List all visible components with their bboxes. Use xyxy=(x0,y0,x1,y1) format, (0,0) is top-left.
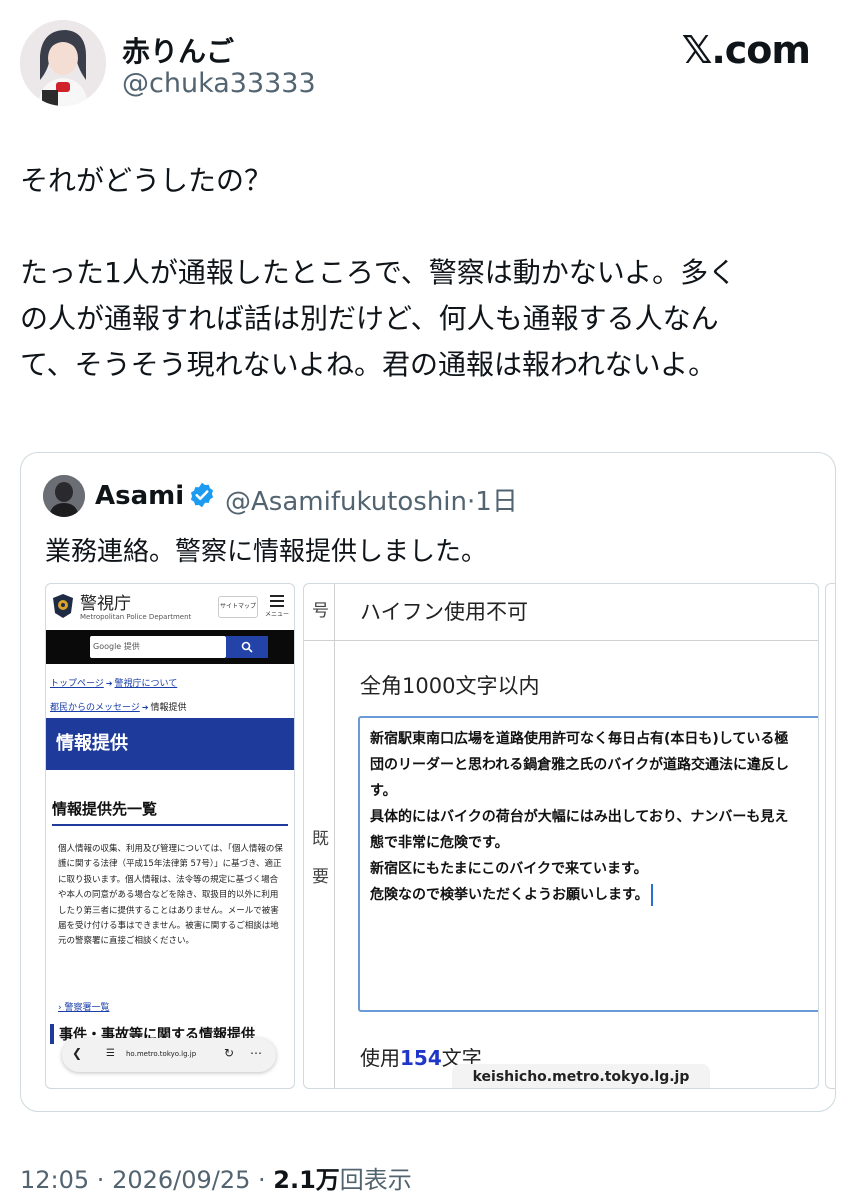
quoted-text: 業務連絡。警察に情報提供しました。 xyxy=(45,537,488,567)
hamburger-icon xyxy=(270,595,284,597)
post-time[interactable]: 12:05 xyxy=(20,1166,89,1194)
tweet-header: 赤りんご @chuka33333 𝕏.com xyxy=(20,16,836,116)
author-display-name[interactable]: 赤りんご xyxy=(122,30,234,70)
page-banner: 情報提供 xyxy=(46,718,294,770)
section-title: 情報提供先一覧 xyxy=(52,800,158,818)
police-emblem-icon xyxy=(51,593,75,619)
post-date[interactable]: 2026/09/25 xyxy=(112,1166,250,1194)
site-title: 警視庁 xyxy=(80,594,131,614)
url-text[interactable]: ho.metro.tokyo.lg.jp xyxy=(126,1050,196,1058)
crumb-messages[interactable]: 都民からのメッセージ xyxy=(50,703,140,713)
left-column-char: 要 xyxy=(312,867,329,887)
tweet-meta: 12:05 · 2026/09/25 · 2.1万回表示 xyxy=(20,1166,412,1194)
search-icon[interactable] xyxy=(226,636,268,658)
crumb-home[interactable]: トップページ xyxy=(50,679,104,689)
field-hint-hyphen: ハイフン使用不可 xyxy=(360,600,528,624)
search-bar: Google 提供 xyxy=(46,630,294,664)
left-column-char: 号 xyxy=(312,601,329,621)
crumb-about[interactable]: 警視庁について xyxy=(115,679,178,689)
browser-domain-label[interactable]: keishicho.metro.tokyo.lg.jp xyxy=(452,1064,710,1088)
quoted-tweet[interactable]: Asami @Asamifukutoshin·1日 業務連絡。警察に情報提供しま… xyxy=(20,452,836,1112)
more-icon[interactable]: ⋯ xyxy=(250,1046,262,1060)
site-subtitle: Metropolitan Police Department xyxy=(80,613,192,621)
quoted-handle[interactable]: @Asamifukutoshin xyxy=(225,487,467,517)
tweet-line-blank xyxy=(20,204,830,250)
quoted-time[interactable]: 1日 xyxy=(475,487,518,517)
attached-image-partial[interactable]: ◖ xyxy=(825,583,835,1089)
browser-url-bar[interactable]: ❮ ☰ ho.metro.tokyo.lg.jp ↻ ⋯ xyxy=(62,1038,276,1072)
table-row-line xyxy=(304,640,818,641)
brand-logo: 𝕏.com xyxy=(681,28,811,72)
tweet-line: の人が通報すれば話は別だけど、何人も通報する人なん xyxy=(20,302,719,335)
quoted-handle-line: @Asamifukutoshin·1日 xyxy=(225,481,518,518)
divider xyxy=(52,824,288,826)
menu-button[interactable]: メニュー xyxy=(264,592,290,622)
report-textarea[interactable]: 新宿駅東南口広場を道路使用許可なく毎日占有(本日も)している極 団のリーダーと思… xyxy=(358,716,818,1012)
tweet-line: て、そうそう現れないよね。君の通報は報われないよ。 xyxy=(20,348,717,381)
search-input[interactable]: Google 提供 xyxy=(90,636,226,658)
tweet-line: たった1人が通報したところで、警察は動かないよ。多く xyxy=(20,256,737,289)
attached-image-police-site[interactable]: 警視庁 Metropolitan Police Department サイトマッ… xyxy=(45,583,295,1089)
partial-emblem-icon: ◖ xyxy=(834,614,835,638)
breadcrumb: トップページ ➔ 警視庁について 都民からのメッセージ ➔ 情報提供 xyxy=(50,679,187,713)
quoted-user-avatar[interactable] xyxy=(43,475,85,517)
tweet-line: それがどうしたの？ xyxy=(20,164,273,197)
back-icon[interactable]: ❮ xyxy=(72,1046,82,1060)
police-station-list-link[interactable]: › 警察署一覧 xyxy=(58,1000,109,1013)
text-caret xyxy=(650,884,653,906)
reload-icon[interactable]: ↻ xyxy=(224,1046,234,1060)
attached-image-report-form[interactable]: 号 既 要 ハイフン使用不可 全角1000文字以内 新宿駅東南口広場を道路使用許… xyxy=(303,583,819,1089)
table-column-line xyxy=(334,584,335,1088)
crumb-current: 情報提供 xyxy=(150,703,187,713)
view-count: 2.1万 xyxy=(273,1166,340,1194)
left-column-char: 既 xyxy=(312,829,329,849)
view-count-label: 回表示 xyxy=(339,1166,412,1194)
tweet-text: それがどうしたの？ たった1人が通報したところで、警察は動かないよ。多く の人が… xyxy=(20,158,830,388)
site-header: 警視庁 Metropolitan Police Department サイトマッ… xyxy=(46,584,294,630)
menu-label: メニュー xyxy=(264,611,289,618)
field-hint-length: 全角1000文字以内 xyxy=(360,674,540,698)
tabs-icon[interactable]: ☰ xyxy=(106,1048,115,1059)
privacy-notice: 個人情報の収集、利用及び管理については、「個人情報の保護に関する法律（平成15年… xyxy=(58,844,283,947)
author-handle[interactable]: @chuka33333 xyxy=(122,68,316,99)
user-avatar[interactable] xyxy=(20,20,106,106)
sitemap-button[interactable]: サイトマップ xyxy=(218,596,258,618)
quoted-display-name[interactable]: Asami xyxy=(95,481,184,511)
verified-badge-icon xyxy=(188,481,216,509)
